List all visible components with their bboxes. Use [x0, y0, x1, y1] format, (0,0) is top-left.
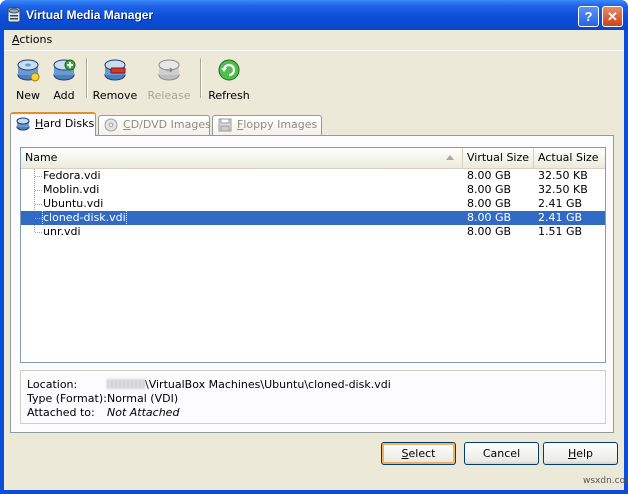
attached-value: Not Attached — [107, 406, 180, 419]
location-value[interactable]: \VirtualBox Machines\Ubuntu\cloned-disk.… — [107, 378, 391, 392]
column-header-actual-size[interactable]: Actual Size — [534, 148, 605, 168]
row-actual-size: 1.51 GB — [538, 225, 583, 238]
new-disk-icon — [17, 59, 40, 82]
tree-branch — [35, 218, 42, 219]
release-disk-icon — [158, 59, 180, 81]
media-tabs: Hard Disks CD/DVD Images Floppy Images — [10, 112, 610, 136]
sort-ascending-icon — [446, 155, 454, 160]
tab-cd-label: D/DVD Images — [130, 118, 211, 131]
select-button[interactable]: Select — [381, 442, 456, 465]
location-path: \VirtualBox Machines\Ubuntu\cloned-disk.… — [145, 378, 391, 391]
table-row-selected[interactable]: cloned-disk.vdi 8.00 GB 2.41 GB — [21, 210, 605, 226]
disk-info-panel: Location: \VirtualBox Machines\Ubuntu\cl… — [20, 370, 606, 424]
help-button[interactable]: Help — [543, 442, 618, 465]
list-header: Name Virtual Size Actual Size — [21, 148, 605, 169]
tab-hard-disks[interactable]: Hard Disks — [10, 112, 96, 136]
row-name: Fedora.vdi — [43, 169, 101, 182]
virtual-media-manager-window: Virtual Media Manager ? ✕ Actions New Ad… — [0, 0, 628, 494]
row-actual-size: 32.50 KB — [538, 183, 588, 196]
column-actual-size-label: Actual Size — [538, 151, 599, 164]
watermark: wsxdn.com — [583, 476, 628, 486]
toolbar: New Add Remove Release Refresh — [4, 52, 624, 104]
window-client-area: Actions New Add Remove Release Refresh H… — [4, 30, 624, 490]
type-value: Normal (VDI) — [107, 392, 179, 405]
menu-actions[interactable]: Actions — [12, 33, 52, 46]
row-name: Moblin.vdi — [43, 183, 100, 196]
table-row[interactable]: Ubuntu.vdi 8.00 GB 2.41 GB — [21, 197, 605, 211]
help-button-label: elp — [576, 447, 594, 460]
title-help-button[interactable]: ? — [578, 6, 599, 27]
table-row[interactable]: unr.vdi 8.00 GB 1.51 GB — [21, 225, 605, 239]
row-name: unr.vdi — [43, 225, 81, 238]
floppy-icon — [218, 118, 232, 132]
title-close-button[interactable]: ✕ — [602, 6, 623, 27]
hard-disks-panel: Name Virtual Size Actual Size Fedora.vdi… — [10, 135, 614, 433]
select-button-mnemonic: S — [401, 447, 409, 460]
cancel-button[interactable]: Cancel — [464, 442, 539, 465]
remove-button-label: Remove — [92, 89, 138, 102]
row-virtual-size: 8.00 GB — [467, 197, 512, 210]
type-label: Type (Format): — [27, 392, 107, 405]
row-name: cloned-disk.vdi — [42, 210, 127, 226]
tree-branch — [35, 204, 42, 205]
tab-floppy-images[interactable]: Floppy Images — [212, 115, 322, 135]
table-row[interactable]: Moblin.vdi 8.00 GB 32.50 KB — [21, 183, 605, 197]
row-virtual-size: 8.00 GB — [467, 211, 512, 224]
remove-button[interactable]: Remove — [92, 58, 138, 102]
select-button-label: elect — [408, 447, 436, 460]
row-name: Ubuntu.vdi — [43, 197, 104, 210]
cd-icon — [104, 118, 118, 132]
tab-cd-mnemonic: C — [123, 118, 131, 131]
tab-cd-dvd-images[interactable]: CD/DVD Images — [98, 115, 211, 135]
add-button-label: Add — [53, 89, 75, 102]
column-header-virtual-size[interactable]: Virtual Size — [463, 148, 534, 168]
tree-branch — [35, 190, 42, 191]
row-virtual-size: 8.00 GB — [467, 183, 512, 196]
column-name-label: Name — [25, 151, 58, 164]
cancel-button-label: Cancel — [482, 447, 521, 460]
window-title: Virtual Media Manager — [26, 8, 154, 22]
add-button[interactable]: Add — [46, 58, 82, 102]
row-actual-size: 2.41 GB — [538, 197, 583, 210]
toolbar-separator — [86, 58, 88, 98]
row-actual-size: 2.41 GB — [538, 211, 583, 224]
tab-hard-disks-label: ard Disks — [43, 117, 95, 130]
hard-disk-icon — [16, 117, 30, 131]
hard-disk-list[interactable]: Name Virtual Size Actual Size Fedora.vdi… — [20, 147, 606, 363]
attached-label: Attached to: — [27, 406, 95, 419]
row-virtual-size: 8.00 GB — [467, 225, 512, 238]
release-button[interactable]: Release — [146, 58, 192, 102]
release-button-label: Release — [147, 89, 191, 102]
title-bar[interactable]: Virtual Media Manager ? ✕ — [0, 0, 628, 30]
menu-actions-label: ctions — [19, 33, 53, 46]
help-button-mnemonic: H — [567, 447, 577, 460]
row-actual-size: 32.50 KB — [538, 169, 588, 182]
table-row[interactable]: Fedora.vdi 8.00 GB 32.50 KB — [21, 169, 605, 183]
toolbar-separator — [200, 58, 202, 98]
column-header-name[interactable]: Name — [21, 148, 463, 168]
refresh-icon — [218, 59, 240, 81]
new-button-label: New — [16, 89, 40, 102]
row-virtual-size: 8.00 GB — [467, 169, 512, 182]
tab-floppy-label: loppy Images — [243, 118, 318, 131]
location-label: Location: — [27, 378, 78, 391]
virtualbox-disk-icon — [7, 7, 21, 23]
tree-branch — [35, 232, 42, 233]
redacted-path-blur — [107, 379, 145, 389]
new-button[interactable]: New — [10, 58, 46, 102]
tree-branch — [35, 176, 42, 177]
add-disk-icon — [53, 59, 76, 81]
column-virtual-size-label: Virtual Size — [467, 151, 530, 164]
remove-disk-icon — [104, 59, 126, 81]
menu-bar: Actions — [4, 30, 624, 51]
refresh-button[interactable]: Refresh — [206, 58, 252, 102]
refresh-button-label: Refresh — [208, 89, 250, 102]
